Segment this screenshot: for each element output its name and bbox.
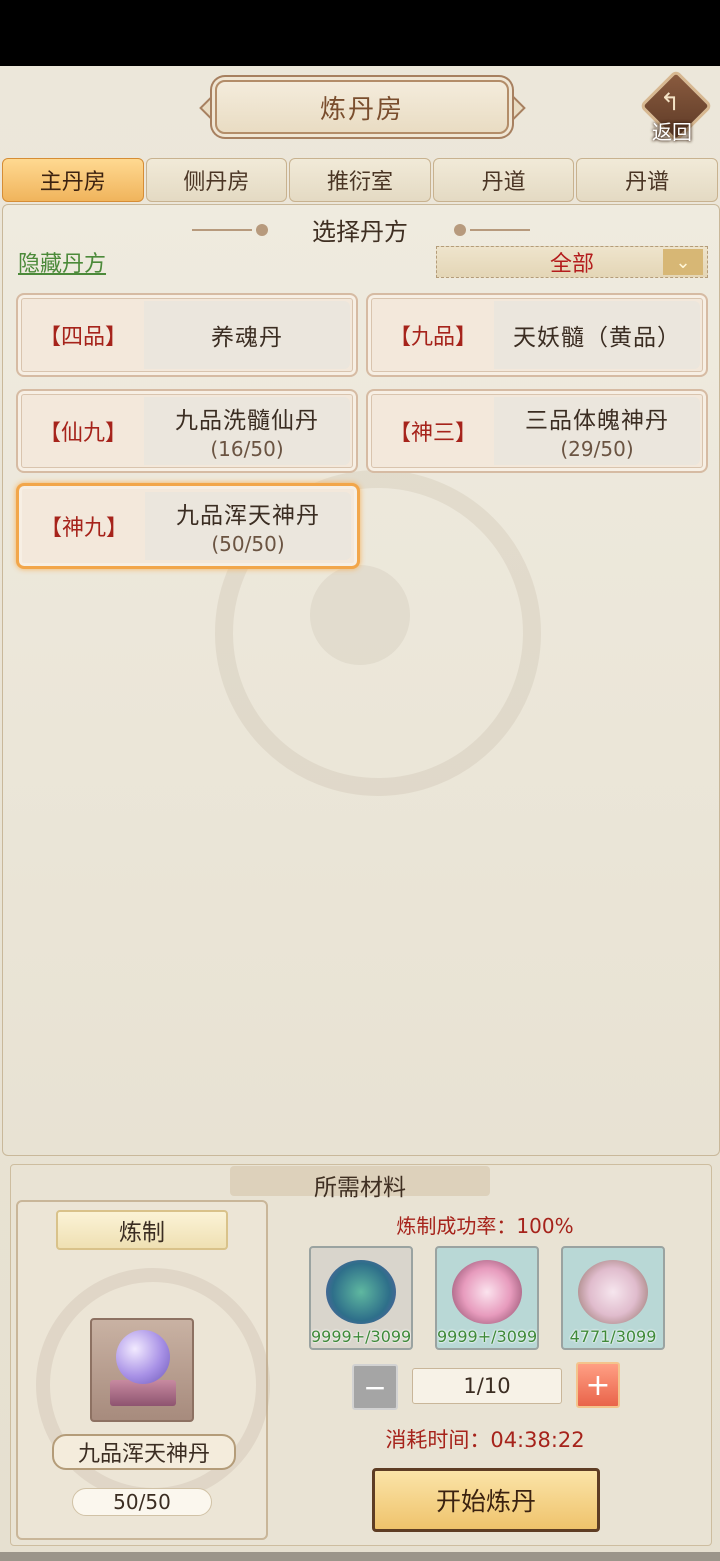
recipe-count: (50/50) xyxy=(211,532,285,556)
section-title: 选择丹方 xyxy=(312,218,408,246)
material-qty: 4771/3099 xyxy=(569,1327,657,1346)
material-slot[interactable]: 9999+/3099 xyxy=(435,1246,539,1350)
back-label: 返回 xyxy=(652,120,692,144)
recipe-grade: 【四品】 xyxy=(38,325,127,350)
page-title: 炼丹房 xyxy=(215,80,509,134)
filter-value: 全部 xyxy=(549,252,594,277)
recipe-grade: 【神九】 xyxy=(39,516,128,541)
recipe-grade: 【神三】 xyxy=(388,421,477,446)
recipe-card[interactable]: 【四品】 养魂丹 xyxy=(16,293,358,377)
hide-recipes-link[interactable]: 隐藏丹方 xyxy=(18,246,106,278)
chevron-down-icon: ⌄ xyxy=(663,249,703,275)
recipe-card-selected[interactable]: 【神九】 九品浑天神丹 (50/50) xyxy=(16,483,360,569)
material-qty: 9999+/3099 xyxy=(437,1327,538,1346)
tab-deduction-room[interactable]: 推衍室 xyxy=(289,158,431,202)
decrease-button[interactable]: − xyxy=(352,1364,398,1410)
increase-button[interactable]: + xyxy=(576,1362,620,1408)
recipe-card[interactable]: 【神三】 三品体魄神丹 (29/50) xyxy=(366,389,708,473)
tab-side-room[interactable]: 侧丹房 xyxy=(145,158,288,202)
recipe-name: 天妖髓（黄品） xyxy=(513,325,681,351)
pink-flower-icon xyxy=(452,1260,522,1324)
recipe-card[interactable]: 【仙九】 九品洗髓仙丹 (16/50) xyxy=(16,389,358,473)
recipe-name: 三品体魄神丹 xyxy=(525,408,669,434)
blossom-branch-icon xyxy=(578,1260,648,1324)
product-count: 50/50 xyxy=(72,1488,212,1516)
taiji-watermark-center xyxy=(310,565,410,665)
plus-icon: + xyxy=(585,1367,611,1403)
recipe-card[interactable]: 【九品】 天妖髓（黄品） xyxy=(366,293,708,377)
back-button[interactable]: ↰ 返回 xyxy=(639,69,713,144)
recipe-name: 养魂丹 xyxy=(211,325,283,351)
recipe-name: 九品浑天神丹 xyxy=(176,503,320,529)
quantity-field[interactable]: 1/10 xyxy=(412,1368,562,1404)
tab-dan-dao[interactable]: 丹道 xyxy=(432,158,575,202)
tab-recipe-book[interactable]: 丹谱 xyxy=(576,158,718,202)
material-slot[interactable]: 9999+/3099 xyxy=(309,1246,413,1350)
bottom-edge xyxy=(0,1552,720,1561)
success-rate: 炼制成功率：100% xyxy=(396,1214,574,1238)
jade-tree-icon xyxy=(326,1260,396,1324)
recipe-count: (29/50) xyxy=(560,437,634,461)
tab-bar: 主丹房 侧丹房 推衍室 丹道 丹谱 xyxy=(2,158,718,202)
tab-main-room[interactable]: 主丹房 xyxy=(2,158,144,202)
material-slot[interactable]: 4771/3099 xyxy=(561,1246,665,1350)
product-name: 九品浑天神丹 xyxy=(52,1434,236,1470)
start-alchemy-button[interactable]: 开始炼丹 xyxy=(372,1468,600,1532)
filter-dropdown[interactable]: 全部 ⌄ xyxy=(436,246,708,278)
materials-title: 所需材料 xyxy=(314,1175,406,1201)
recipe-grade: 【仙九】 xyxy=(38,421,127,446)
recipe-name: 九品洗髓仙丹 xyxy=(175,408,319,434)
time-cost: 消耗时间：04:38:22 xyxy=(385,1428,585,1452)
minus-icon: − xyxy=(363,1370,387,1404)
material-qty: 9999+/3099 xyxy=(311,1327,412,1346)
craft-label: 炼制 xyxy=(56,1210,228,1250)
pill-icon[interactable] xyxy=(90,1318,194,1422)
recipe-count: (16/50) xyxy=(210,437,284,461)
recipe-grade: 【九品】 xyxy=(388,325,477,350)
status-bar xyxy=(0,0,720,66)
